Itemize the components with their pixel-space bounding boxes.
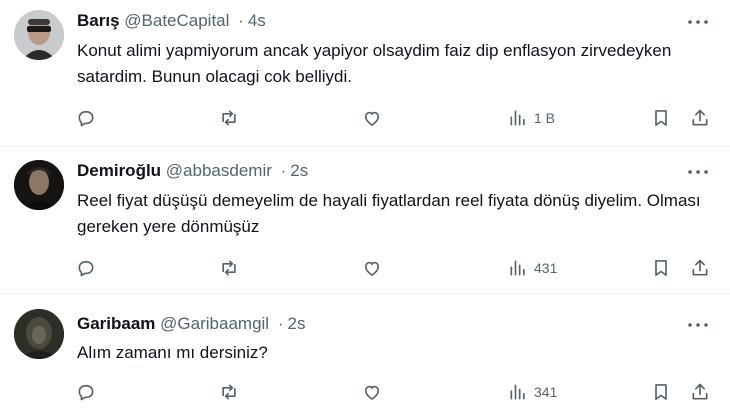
- views-chart-icon: [510, 260, 525, 276]
- tweet-actions: 341: [76, 380, 712, 404]
- avatar[interactable]: [14, 160, 64, 210]
- like-button[interactable]: [362, 380, 382, 404]
- user-handle[interactable]: @abbasdemir: [166, 161, 272, 180]
- views-button[interactable]: 341: [508, 380, 557, 404]
- timestamp[interactable]: 2s: [290, 161, 308, 180]
- avatar[interactable]: [14, 10, 64, 60]
- share-button[interactable]: [690, 380, 710, 404]
- tweet-actions: 1 B: [76, 106, 712, 130]
- retweet-button[interactable]: [219, 256, 239, 280]
- tweet-header: Barış @BateCapital · 4s: [77, 9, 670, 33]
- more-dots-icon[interactable]: [684, 315, 712, 335]
- more-dots-icon[interactable]: [684, 162, 712, 182]
- share-icon: [692, 383, 708, 400]
- reply-icon: [78, 260, 94, 277]
- tweet-text: Alım zamanı mı dersiniz?: [77, 343, 268, 362]
- share-icon: [692, 259, 708, 276]
- separator-dot: ·: [238, 11, 244, 30]
- bookmark-button[interactable]: [651, 256, 671, 280]
- avatar[interactable]: [14, 309, 64, 359]
- tweet-header: Garibaam @Garibaamgil · 2s: [77, 312, 670, 336]
- retweet-icon: [222, 384, 236, 400]
- avatar-photo: [14, 309, 64, 359]
- like-button[interactable]: [362, 106, 382, 130]
- reply-button[interactable]: [76, 256, 96, 280]
- user-handle[interactable]: @Garibaamgil: [160, 314, 269, 333]
- views-button[interactable]: 1 B: [508, 106, 555, 130]
- tweet-text: Konut alimi yapmiyorum ancak yapiyor ols…: [77, 41, 672, 86]
- display-name[interactable]: Barış: [77, 11, 120, 30]
- views-count: 431: [534, 260, 558, 276]
- user-handle[interactable]: @BateCapital: [124, 11, 229, 30]
- views-chart-icon: [510, 110, 525, 126]
- tweet-feed: Barış @BateCapital · 4s Konut alimi yapmi…: [0, 0, 730, 420]
- bookmark-icon: [655, 110, 667, 126]
- heart-icon: [364, 385, 380, 400]
- like-button[interactable]: [362, 256, 382, 280]
- views-button[interactable]: 431: [508, 256, 557, 280]
- share-button[interactable]: [690, 106, 710, 130]
- heart-icon: [364, 111, 380, 126]
- tweet-actions: 431: [76, 256, 712, 280]
- avatar-photo: [14, 10, 64, 60]
- bookmark-icon: [655, 260, 667, 276]
- retweet-button[interactable]: [219, 106, 239, 130]
- separator-dot: ·: [280, 161, 287, 180]
- tweet[interactable]: Garibaam @Garibaamgil · 2s Alım zamanı mı…: [0, 293, 730, 420]
- bookmark-button[interactable]: [651, 380, 671, 404]
- tweet-header: Demiroğlu @abbasdemir · 2s: [77, 159, 670, 183]
- reply-icon: [78, 384, 94, 401]
- display-name[interactable]: Demiroğlu: [77, 161, 161, 180]
- reply-icon: [78, 110, 94, 127]
- share-button[interactable]: [690, 256, 710, 280]
- heart-icon: [364, 261, 380, 276]
- retweet-icon: [222, 260, 236, 276]
- timestamp[interactable]: 4s: [248, 11, 266, 30]
- views-count: 341: [534, 384, 558, 400]
- tweet[interactable]: Demiroğlu @abbasdemir · 2s Reel fiyat düş…: [0, 146, 730, 293]
- avatar-photo: [14, 160, 64, 210]
- tweet[interactable]: Barış @BateCapital · 4s Konut alimi yapmi…: [0, 0, 730, 146]
- share-icon: [692, 109, 708, 126]
- display-name[interactable]: Garibaam: [77, 314, 155, 333]
- views-chart-icon: [510, 384, 525, 400]
- reply-button[interactable]: [76, 106, 96, 130]
- separator-dot: ·: [277, 314, 284, 333]
- reply-button[interactable]: [76, 380, 96, 404]
- retweet-button[interactable]: [219, 380, 239, 404]
- tweet-text: Reel fiyat düşüşü demeyelim de hayali fi…: [77, 191, 701, 236]
- more-dots-icon[interactable]: [684, 12, 712, 32]
- views-count: 1 B: [534, 110, 556, 126]
- bookmark-button[interactable]: [651, 106, 671, 130]
- timestamp[interactable]: 2s: [287, 314, 305, 333]
- retweet-icon: [222, 110, 236, 126]
- bookmark-icon: [655, 384, 667, 400]
